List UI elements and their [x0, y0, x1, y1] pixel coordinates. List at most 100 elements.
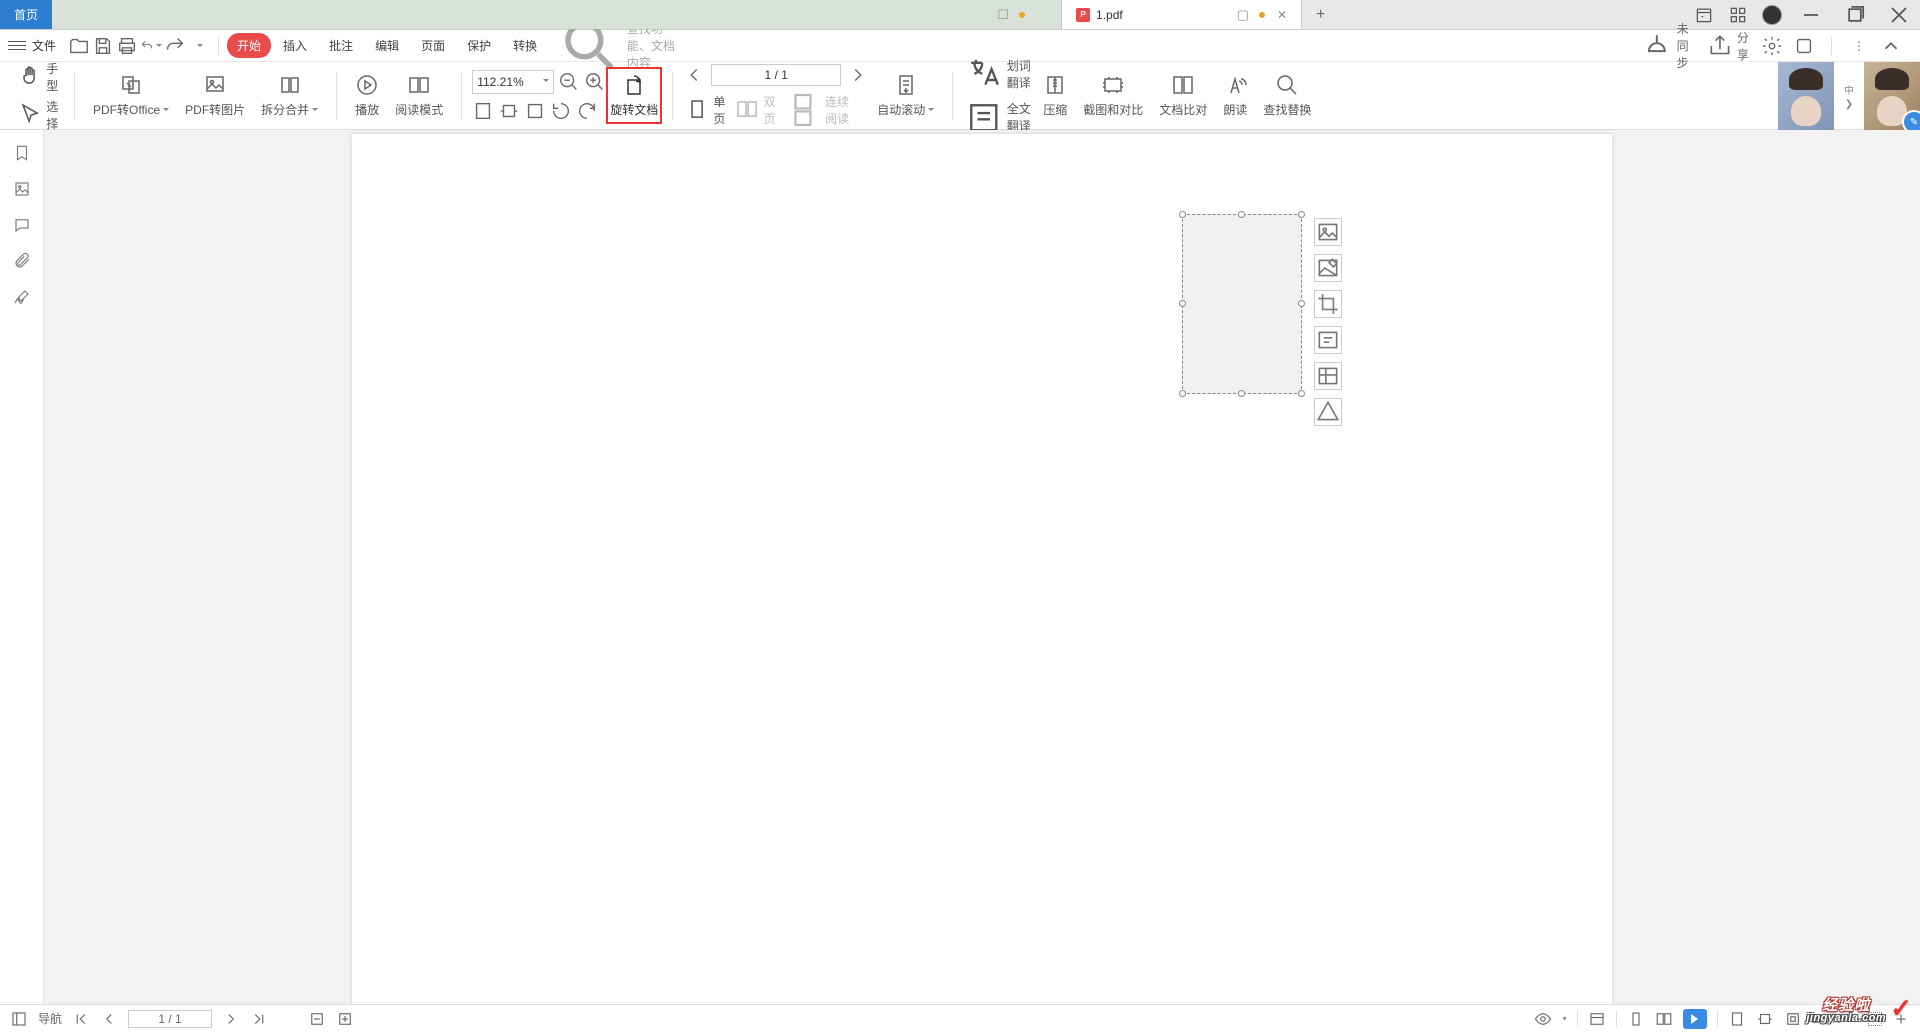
rotate-right-icon[interactable]: [576, 100, 598, 122]
fit-width-icon[interactable]: [498, 100, 520, 122]
read-aloud-button[interactable]: 朗读: [1215, 73, 1255, 118]
next-page-icon[interactable]: [847, 64, 869, 86]
tab-home[interactable]: 首页: [0, 0, 52, 29]
split-merge-button[interactable]: 拆分合并: [253, 73, 326, 118]
menu-tab-start[interactable]: 开始: [227, 33, 271, 58]
page-number-input[interactable]: 1 / 1: [711, 64, 841, 86]
comment-icon[interactable]: [13, 216, 31, 234]
avatar-panel[interactable]: 中❯ ✎: [1778, 62, 1920, 130]
hand-tool[interactable]: 手型: [18, 60, 60, 94]
ribbon: 手型 选择 PDF转Office PDF转图片 拆分合并 播放 阅读模式 112…: [0, 62, 1920, 130]
more-icon[interactable]: ⋮: [1848, 35, 1870, 57]
zoom-out-status-icon[interactable]: [308, 1010, 326, 1028]
prev-page-icon[interactable]: [100, 1010, 118, 1028]
find-replace-button[interactable]: 查找替换: [1255, 73, 1319, 118]
separator: [952, 72, 953, 120]
prev-page-icon[interactable]: [683, 64, 705, 86]
file-menu[interactable]: 文件: [32, 37, 56, 54]
separator: [218, 37, 219, 55]
eye-icon[interactable]: [1534, 1010, 1552, 1028]
left-rail: [0, 130, 44, 1004]
rotate-document-button[interactable]: 旋转文档: [606, 67, 662, 124]
rotate-left-icon[interactable]: [550, 100, 572, 122]
save-icon[interactable]: [92, 35, 114, 57]
play-button[interactable]: 播放: [347, 73, 387, 118]
dual-view-icon[interactable]: [1655, 1010, 1673, 1028]
thumbnail-icon[interactable]: [13, 180, 31, 198]
tab-active-document[interactable]: P 1.pdf ▢ ✕: [1062, 0, 1302, 29]
speech-icon[interactable]: ▢: [1237, 7, 1249, 23]
first-page-icon[interactable]: [72, 1010, 90, 1028]
fit-page-icon[interactable]: [472, 100, 494, 122]
delete-icon[interactable]: [1314, 398, 1342, 426]
word-translate-button[interactable]: 划词翻译: [963, 55, 1035, 93]
collapse-ribbon-icon[interactable]: [1880, 35, 1902, 57]
tab-blank[interactable]: ☐: [52, 0, 1062, 29]
share-button[interactable]: 分享: [1707, 29, 1751, 63]
extract-icon[interactable]: [1314, 362, 1342, 390]
signature-icon[interactable]: [13, 288, 31, 306]
close-tab-icon[interactable]: ✕: [1277, 8, 1287, 22]
quickaccess-dropdown[interactable]: [188, 35, 210, 57]
redo-icon[interactable]: [164, 35, 186, 57]
menu-tab-insert[interactable]: 插入: [273, 33, 317, 58]
select-tool[interactable]: 选择: [18, 98, 60, 132]
menu-tab-convert[interactable]: 转换: [503, 33, 547, 58]
pdf-icon: P: [1076, 8, 1090, 22]
undo-icon[interactable]: [140, 35, 162, 57]
new-tab-button[interactable]: +: [1302, 0, 1339, 29]
canvas[interactable]: [44, 130, 1920, 1004]
skin-icon[interactable]: [1793, 35, 1815, 57]
fullscreen-play-button[interactable]: [1683, 1009, 1707, 1029]
hamburger-icon[interactable]: [8, 41, 26, 50]
next-page-icon[interactable]: [222, 1010, 240, 1028]
layout-icon[interactable]: [1588, 1010, 1606, 1028]
crop-icon[interactable]: [1314, 290, 1342, 318]
pdf-to-image-button[interactable]: PDF转图片: [177, 73, 253, 118]
menu-tab-annotate[interactable]: 批注: [319, 33, 363, 58]
doc-compare-button[interactable]: 文档比对: [1151, 73, 1215, 118]
actual-size-icon[interactable]: [524, 100, 546, 122]
insert-image-icon[interactable]: [1314, 218, 1342, 246]
actual-size-status-icon[interactable]: [1784, 1010, 1802, 1028]
print-icon[interactable]: [116, 35, 138, 57]
zoom-slider-thumb[interactable]: [1868, 1012, 1882, 1026]
floating-toolbar: [1314, 218, 1342, 426]
dual-page-button[interactable]: 双页: [733, 93, 779, 127]
status-page-input[interactable]: 1 / 1: [128, 1010, 212, 1028]
screenshot-compare-button[interactable]: 截图和对比: [1075, 73, 1151, 118]
continuous-button[interactable]: 连续阅读: [783, 92, 853, 128]
zoom-in-status-icon[interactable]: [336, 1010, 354, 1028]
zoom-percentage[interactable]: 112%: [1812, 1012, 1842, 1026]
ocr-icon[interactable]: [1314, 326, 1342, 354]
zoom-in-icon[interactable]: [584, 71, 606, 93]
zoom-combo[interactable]: 112.21%: [472, 70, 554, 94]
last-page-icon[interactable]: [250, 1010, 268, 1028]
compress-button[interactable]: 压缩: [1035, 73, 1075, 118]
zoom-out-icon[interactable]: [558, 71, 580, 93]
menu-tab-page[interactable]: 页面: [411, 33, 455, 58]
fit-page-status-icon[interactable]: [1728, 1010, 1746, 1028]
translate-group: 划词翻译 全文翻译: [963, 55, 1035, 136]
bookmark-icon[interactable]: [13, 144, 31, 162]
attachment-icon[interactable]: [13, 252, 31, 270]
nav-label[interactable]: 导航: [38, 1010, 62, 1027]
auto-scroll-button[interactable]: 自动滚动: [869, 73, 942, 118]
avatar-switch[interactable]: 中❯: [1834, 62, 1864, 130]
menu-tab-protect[interactable]: 保护: [457, 33, 501, 58]
single-view-icon[interactable]: [1627, 1010, 1645, 1028]
edit-image-icon[interactable]: [1314, 254, 1342, 282]
tab-label: 1.pdf: [1096, 8, 1123, 22]
open-icon[interactable]: [68, 35, 90, 57]
single-page-button[interactable]: 单页: [683, 93, 729, 127]
eye-dropdown-icon[interactable]: ▾: [1562, 1014, 1566, 1023]
menu-tab-edit[interactable]: 编辑: [365, 33, 409, 58]
pdf-to-office-button[interactable]: PDF转Office: [85, 73, 177, 118]
zoom-plus-icon[interactable]: [1892, 1010, 1910, 1028]
selection-box[interactable]: [1182, 214, 1302, 394]
read-mode-button[interactable]: 阅读模式: [387, 73, 451, 118]
fit-width-status-icon[interactable]: [1756, 1010, 1774, 1028]
settings-icon[interactable]: [1761, 35, 1783, 57]
outline-panel-icon[interactable]: [10, 1010, 28, 1028]
notification-dot-icon: [1259, 12, 1265, 18]
